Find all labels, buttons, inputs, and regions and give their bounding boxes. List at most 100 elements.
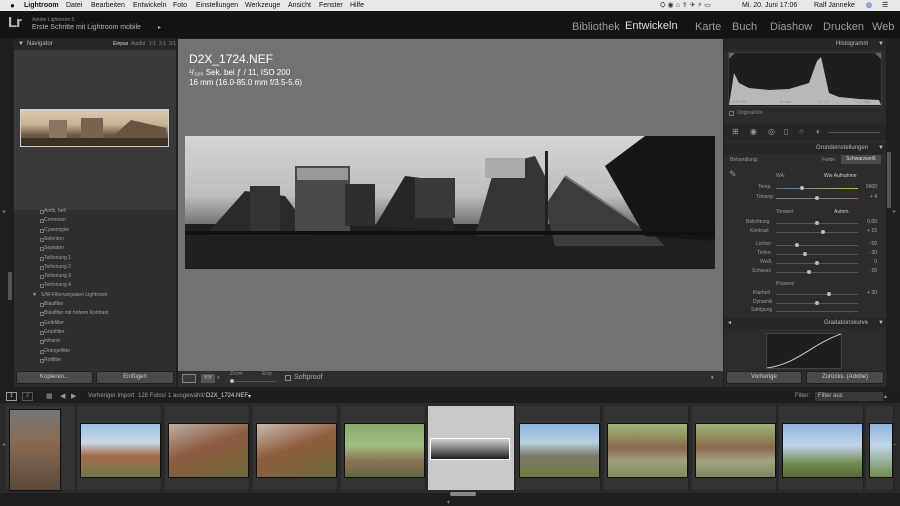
preset-item[interactable]: Cyanotypie <box>44 227 69 233</box>
contrast-value[interactable]: + 15 <box>855 228 877 234</box>
preset-item[interactable]: Teiltonung 2 <box>44 264 71 270</box>
film-thumb-6[interactable] <box>430 438 510 460</box>
preset-item[interactable]: Cremeton <box>44 217 66 223</box>
film-cell-9[interactable] <box>692 406 777 490</box>
film-thumb-4[interactable] <box>256 423 337 478</box>
brush-slider[interactable] <box>828 132 880 133</box>
menu-foto[interactable]: Foto <box>173 0 187 11</box>
highlights-value[interactable]: - 50 <box>855 241 877 247</box>
film-thumb-9[interactable] <box>695 423 776 478</box>
before-after-button[interactable]: Y|Y <box>201 374 215 383</box>
filmstrip-toggle-icon[interactable]: ▾ <box>447 499 450 506</box>
clarity-knob[interactable] <box>827 292 831 296</box>
nav-forward-icon[interactable]: ▶ <box>71 392 76 400</box>
tonecurve-collapse-icon[interactable]: ▼ <box>878 318 884 329</box>
shadows-value[interactable]: - 30 <box>855 250 877 256</box>
navigator-thumbnail[interactable] <box>20 109 169 147</box>
identity-arrow-icon[interactable]: ▸ <box>158 24 161 31</box>
right-panel-toggle-icon[interactable]: ▸ <box>893 208 896 215</box>
softproof-checkbox[interactable] <box>285 375 291 381</box>
copy-button[interactable]: Kopieren... <box>16 371 93 384</box>
tonecurve-header[interactable]: ◂ Gradationskurve ▼ <box>724 318 886 329</box>
graduated-filter-icon[interactable]: ▯ <box>784 127 788 136</box>
highlights-knob[interactable] <box>795 243 799 247</box>
whites-value[interactable]: 0 <box>855 259 877 265</box>
vibrance-knob[interactable] <box>815 301 819 305</box>
shadows-slider[interactable] <box>776 254 858 255</box>
filter-dropdown[interactable]: Filter aus <box>815 392 883 401</box>
preset-item[interactable]: Selenton <box>44 236 64 242</box>
preset-item[interactable]: Blaufilter <box>44 301 63 307</box>
radial-filter-icon[interactable]: ○ <box>799 127 804 136</box>
zoom-slider-knob[interactable] <box>230 379 234 383</box>
tonecurve-target-icon[interactable]: ◂ <box>728 318 731 329</box>
tone-curve-graph[interactable] <box>766 333 842 369</box>
crop-tool-icon[interactable]: ⊞ <box>732 127 739 136</box>
treatment-color[interactable]: Farbe <box>822 157 835 163</box>
menu-fenster[interactable]: Fenster <box>319 0 343 11</box>
histogram-collapse-icon[interactable]: ▼ <box>878 39 884 50</box>
menu-entwickeln[interactable]: Entwickeln <box>133 0 166 11</box>
main-image[interactable] <box>185 136 715 269</box>
histogram-header[interactable]: Histogramm ▼ <box>724 39 886 50</box>
grid-view-icon[interactable]: ▦ <box>46 392 53 400</box>
zoom-fill[interactable]: Ausfül <box>131 39 145 50</box>
exposure-knob[interactable] <box>815 221 819 225</box>
film-cell-1[interactable] <box>6 406 76 491</box>
film-cell-10[interactable] <box>779 406 864 490</box>
film-cell-11[interactable] <box>866 406 894 490</box>
before-after-dropdown-icon[interactable]: ▾ <box>217 375 220 381</box>
apple-icon[interactable]: ● <box>10 0 15 11</box>
contrast-slider[interactable] <box>776 232 858 233</box>
spot-removal-icon[interactable]: ◉ <box>750 127 757 136</box>
preset-item[interactable]: Blaufilter mit hohem Kontrast <box>44 310 108 316</box>
blacks-knob[interactable] <box>807 270 811 274</box>
menu-bearbeiten[interactable]: Bearbeiten <box>91 0 125 11</box>
selected-file-dropdown-icon[interactable]: ▾ <box>248 393 251 400</box>
preset-item[interactable]: Grünfilter <box>44 329 65 335</box>
menu-werkzeuge[interactable]: Werkzeuge <box>245 0 280 11</box>
preset-item[interactable]: Infrarot <box>44 338 60 344</box>
module-web[interactable]: Web <box>872 21 894 33</box>
filmstrip-scroll-left-icon[interactable]: ◂ <box>2 441 5 448</box>
identity-subtitle[interactable]: Erste Schritte mit Lightroom mobile <box>32 24 141 31</box>
previous-button[interactable]: Vorherige <box>726 371 802 384</box>
preset-item[interactable]: Antik, hell <box>44 208 66 214</box>
toolbar-menu-icon[interactable]: ▾ <box>711 375 714 381</box>
menu-app[interactable]: Lightroom <box>24 0 59 11</box>
module-bibliothek[interactable]: Bibliothek <box>572 21 620 33</box>
treatment-bw[interactable]: Schwarzweiß <box>841 155 881 164</box>
monitor-2-button[interactable]: 2 <box>22 392 33 401</box>
film-thumb-3[interactable] <box>168 423 249 478</box>
filmstrip-scroll-handle[interactable] <box>450 492 476 496</box>
module-entwickeln[interactable]: Entwickeln <box>625 20 678 32</box>
film-thumb-2[interactable] <box>80 423 161 478</box>
temp-value[interactable]: 5000 <box>855 184 877 190</box>
temp-slider[interactable] <box>776 188 858 189</box>
contrast-knob[interactable] <box>821 230 825 234</box>
film-thumb-11[interactable] <box>869 423 893 478</box>
brush-tool-icon[interactable]: ◐ <box>816 127 821 136</box>
preset-folder-icon[interactable]: ▼ <box>32 292 37 298</box>
blacks-slider[interactable] <box>776 272 858 273</box>
preset-item[interactable]: Teiltonung 1 <box>44 255 71 261</box>
blacks-value[interactable]: - 20 <box>855 268 877 274</box>
menubar-user[interactable]: Ralf Janneke <box>814 0 855 11</box>
preset-item[interactable]: Rotfilter <box>44 357 61 363</box>
selected-file[interactable]: D2X_1724.NEF <box>206 393 248 399</box>
clarity-slider[interactable] <box>776 294 858 295</box>
film-cell-2[interactable] <box>77 406 162 490</box>
film-cell-7[interactable] <box>516 406 601 490</box>
module-karte[interactable]: Karte <box>695 21 721 33</box>
shadows-knob[interactable] <box>803 252 807 256</box>
left-scrollbar[interactable] <box>8 272 12 300</box>
red-eye-icon[interactable]: ◎ <box>768 127 775 136</box>
basic-header[interactable]: Grundeinstellungen ▼ <box>724 143 886 154</box>
zoom-3-1[interactable]: 3:1 <box>169 39 176 50</box>
film-thumb-10[interactable] <box>782 423 863 478</box>
zoom-2-1[interactable]: 2:1 <box>159 39 166 50</box>
film-cell-8[interactable] <box>604 406 689 490</box>
tint-knob[interactable] <box>815 196 819 200</box>
zoom-1-1[interactable]: 1:1 <box>149 39 156 50</box>
right-scrollbar[interactable] <box>887 152 891 208</box>
